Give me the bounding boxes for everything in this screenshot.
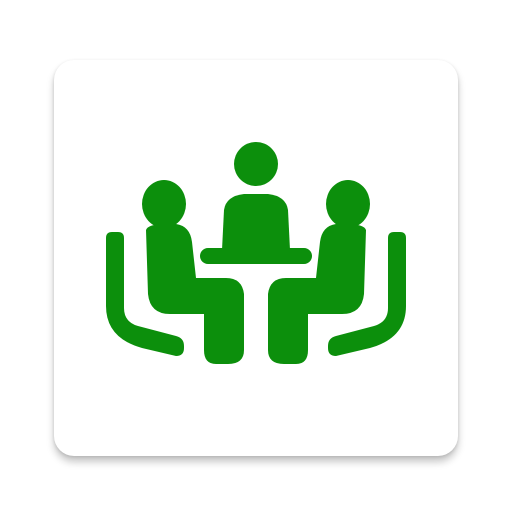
table	[200, 248, 312, 264]
center-person-torso	[222, 194, 290, 250]
meeting-group-icon	[106, 142, 406, 364]
center-person-head	[234, 142, 278, 186]
left-person-head	[142, 180, 186, 228]
app-icon-tile[interactable]	[54, 60, 458, 456]
right-person-head	[326, 180, 370, 228]
